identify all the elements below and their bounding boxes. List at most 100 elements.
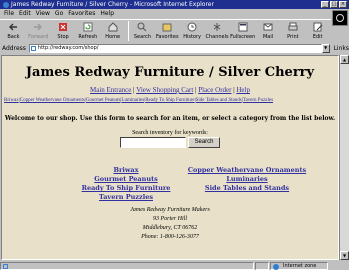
contact-address: James Redway Furniture Makers 93 Porter … <box>2 206 338 242</box>
stop-icon <box>57 21 69 33</box>
favorites-icon <box>161 21 173 33</box>
category-link-bar: Briwax|Copper Weathervane Ornaments|Gour… <box>4 98 274 103</box>
fullscreen-label: Fullscreen <box>230 34 256 40</box>
category-briwax[interactable]: Briwax <box>113 166 138 174</box>
window-titlebar: James Redway Furniture / Silver Cherry -… <box>0 0 349 9</box>
category-grid: Briwax Copper Weathervane Ornaments Gour… <box>71 166 338 202</box>
home-icon <box>107 21 119 33</box>
nav-view-shopping-cart[interactable]: View Shopping Cart <box>136 86 193 94</box>
scroll-up-button[interactable]: ▲ <box>340 55 349 64</box>
close-button[interactable]: × <box>339 1 347 8</box>
cat-link-peanuts[interactable]: Gourmet Peanuts <box>86 98 121 103</box>
menu-bar: File Edit View Go Favorites Help <box>0 9 349 18</box>
edit-button[interactable]: Edit <box>306 20 329 42</box>
favorites-label: Favorites <box>155 34 179 40</box>
city-state-zip: Middlebury, CT 06762 <box>142 225 198 231</box>
search-label: Search inventory for keywords: <box>132 130 208 136</box>
menu-favorites[interactable]: Favorites <box>68 10 95 17</box>
status-bar: Internet zone <box>0 261 349 270</box>
nav-main-entrance[interactable]: Main Entrance <box>90 86 131 94</box>
back-arrow-icon <box>7 21 19 33</box>
edit-icon <box>312 21 324 33</box>
menu-file[interactable]: File <box>4 10 14 17</box>
stop-button[interactable]: Stop <box>52 20 75 42</box>
mail-icon <box>262 21 274 33</box>
company-name: James Redway Furniture Makers <box>130 207 210 213</box>
minimize-button[interactable]: _ <box>321 1 329 8</box>
page-done-icon <box>3 263 8 269</box>
cat-link-copper[interactable]: Copper Weathervane Ornaments <box>20 98 85 103</box>
forward-button[interactable]: Forward <box>27 20 50 42</box>
stop-label: Stop <box>57 34 69 40</box>
category-luminaries[interactable]: Luminaries <box>226 175 267 183</box>
search-submit-button[interactable]: Search <box>188 137 220 148</box>
address-value: http://redway.com/shop/ <box>37 44 99 51</box>
category-ready-to-ship[interactable]: Ready To Ship Furniture <box>82 184 171 192</box>
back-button[interactable]: Back <box>2 20 25 42</box>
cat-link-briwax[interactable]: Briwax <box>4 98 19 103</box>
home-label: Home <box>105 34 121 40</box>
status-text-panel <box>0 261 254 270</box>
print-icon <box>287 21 299 33</box>
cat-link-luminaries[interactable]: Luminaries <box>121 98 144 103</box>
keyword-search-input[interactable] <box>120 137 187 148</box>
menu-help[interactable]: Help <box>100 10 114 17</box>
back-label: Back <box>7 34 20 40</box>
zone-label: Internet zone <box>283 262 317 269</box>
status-cell-empty <box>255 261 269 270</box>
menu-view[interactable]: View <box>36 10 50 17</box>
fullscreen-button[interactable]: Fullscreen <box>230 20 256 42</box>
category-copper-weathervane[interactable]: Copper Weathervane Ornaments <box>188 166 306 174</box>
edit-label: Edit <box>312 34 323 40</box>
top-navigation: Main Entrance | View Shopping Cart | Pla… <box>90 86 250 94</box>
category-gourmet-peanuts[interactable]: Gourmet Peanuts <box>94 175 158 183</box>
refresh-button[interactable]: Refresh <box>76 20 99 42</box>
page-content: James Redway Furniture / Silver Cherry M… <box>1 55 339 260</box>
cat-link-tavern-puzzles[interactable]: Tavern Puzzles <box>243 98 273 103</box>
address-input[interactable]: http://redway.com/shop/ <box>28 43 322 53</box>
channels-button[interactable]: Channels <box>206 20 229 42</box>
cat-link-ready-to-ship[interactable]: Ready To Ship Furniture <box>145 98 194 103</box>
history-label: History <box>183 34 201 40</box>
address-dropdown-button[interactable]: ▼ <box>321 43 330 53</box>
scroll-down-button[interactable]: ▼ <box>340 251 349 260</box>
history-icon <box>186 21 198 33</box>
security-zone: Internet zone <box>270 261 328 270</box>
print-button[interactable]: Print <box>281 20 304 42</box>
toolbar-separator <box>128 21 130 41</box>
channels-icon <box>211 21 223 33</box>
channels-label: Channels <box>205 34 229 40</box>
home-button[interactable]: Home <box>101 20 124 42</box>
history-button[interactable]: History <box>181 20 204 42</box>
forward-label: Forward <box>28 34 49 40</box>
fullscreen-icon <box>237 21 249 33</box>
window-title: James Redway Furniture / Silver Cherry -… <box>11 1 214 8</box>
menu-go[interactable]: Go <box>55 10 63 17</box>
links-button[interactable]: Links <box>334 45 349 52</box>
print-label: Print <box>287 34 299 40</box>
vertical-scrollbar[interactable]: ▲ ▼ <box>339 55 349 260</box>
category-tavern-puzzles[interactable]: Tavern Puzzles <box>99 193 153 201</box>
mail-button[interactable]: Mail <box>257 20 280 42</box>
search-form: Search <box>2 137 338 148</box>
address-label: Address <box>2 44 26 52</box>
category-side-tables[interactable]: Side Tables and Stands <box>205 184 289 192</box>
phone-number: Phone: 1-800-126-3077 <box>141 234 199 240</box>
cat-link-side-tables[interactable]: Side Tables and Stands <box>196 98 242 103</box>
globe-icon <box>273 263 279 270</box>
menu-edit[interactable]: Edit <box>19 10 31 17</box>
mail-label: Mail <box>262 34 274 40</box>
favorites-button[interactable]: Favorites <box>156 20 179 42</box>
welcome-text: Welcome to our shop. Use this form to se… <box>4 115 336 122</box>
search-button[interactable]: Search <box>131 20 154 42</box>
address-bar: Address http://redway.com/shop/ ▼ Links <box>0 43 349 53</box>
search-icon <box>136 21 148 33</box>
refresh-icon <box>82 21 94 33</box>
maximize-button[interactable]: □ <box>330 1 338 8</box>
ie-throbber <box>332 10 348 26</box>
nav-help[interactable]: Help <box>236 86 250 94</box>
nav-place-order[interactable]: Place Order <box>198 86 231 94</box>
ie-logo-icon <box>336 14 344 22</box>
page-icon <box>30 45 36 51</box>
page-title: James Redway Furniture / Silver Cherry <box>25 65 315 80</box>
